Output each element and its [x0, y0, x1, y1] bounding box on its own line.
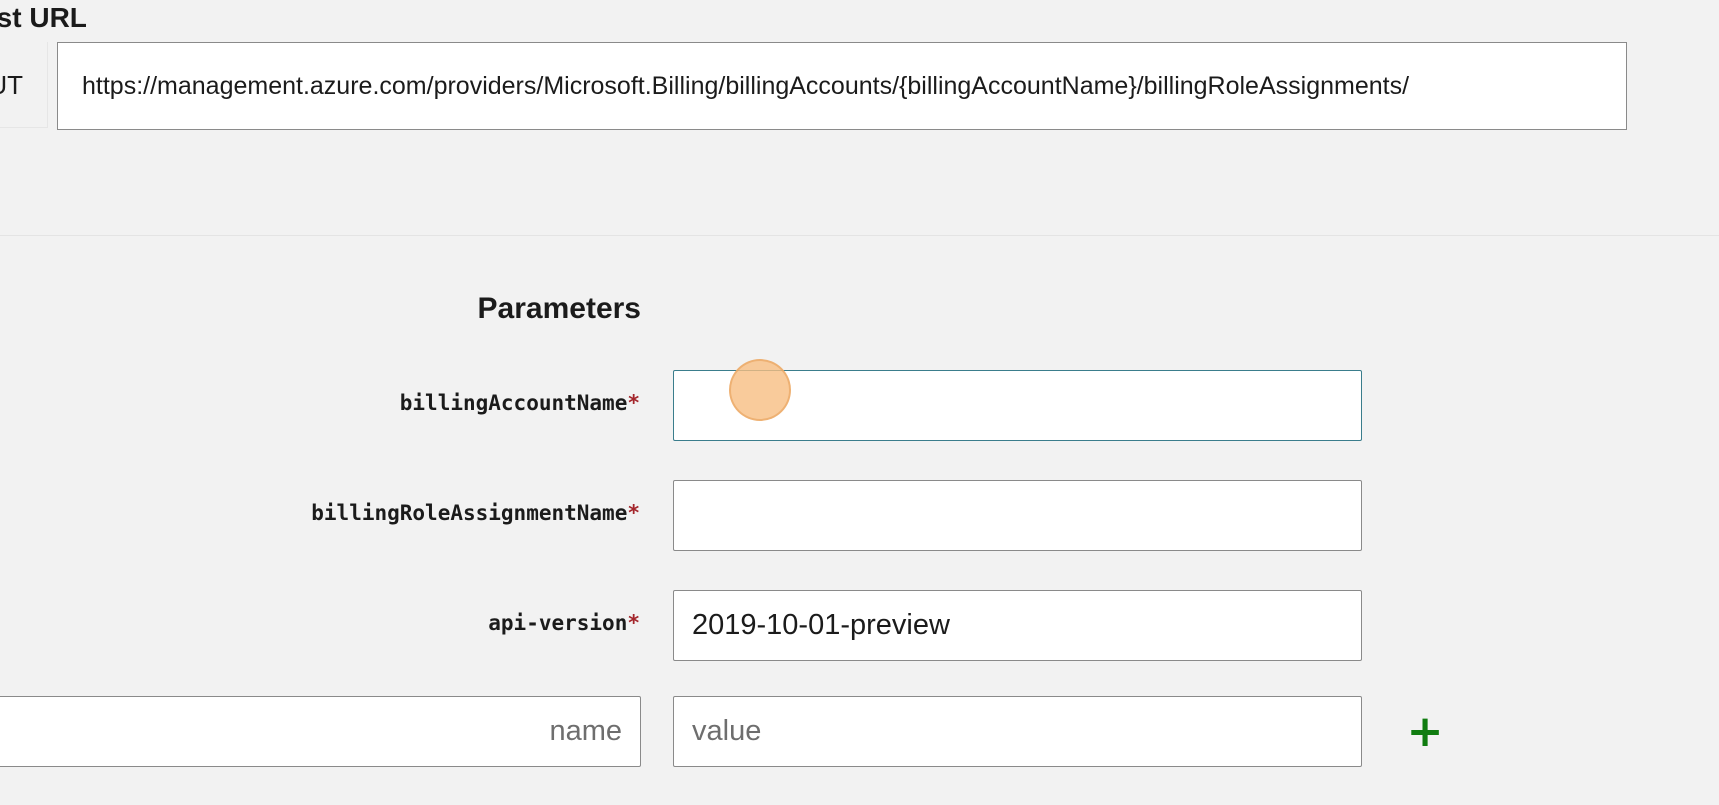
section-divider — [0, 235, 1719, 236]
param-label-billing-account-name: billingAccountName* — [400, 391, 640, 415]
billing-role-assignment-name-input[interactable] — [673, 480, 1362, 551]
api-version-input[interactable] — [673, 590, 1362, 661]
http-method-label: UT — [0, 42, 48, 128]
request-url-field[interactable]: https://management.azure.com/providers/M… — [57, 42, 1627, 130]
param-label-billing-role-assignment-name: billingRoleAssignmentName* — [311, 501, 640, 525]
request-url-heading: uest URL — [0, 2, 87, 33]
plus-icon: + — [1406, 706, 1444, 757]
param-label-text: billingRoleAssignmentName — [311, 501, 628, 525]
required-marker: * — [627, 391, 640, 415]
api-try-it-panel: uest URL UT https://management.azure.com… — [0, 0, 1719, 805]
param-label-api-version: api-version* — [488, 611, 640, 635]
billing-account-name-input[interactable] — [673, 370, 1362, 441]
param-label-text: api-version — [488, 611, 628, 635]
custom-param-value-input[interactable] — [673, 696, 1362, 767]
param-label-text: billingAccountName — [399, 391, 628, 415]
required-marker: * — [627, 501, 640, 525]
required-marker: * — [627, 611, 640, 635]
custom-param-name-input[interactable] — [0, 696, 641, 767]
add-parameter-button[interactable]: + — [1405, 710, 1445, 754]
parameters-title: Parameters — [477, 292, 641, 325]
